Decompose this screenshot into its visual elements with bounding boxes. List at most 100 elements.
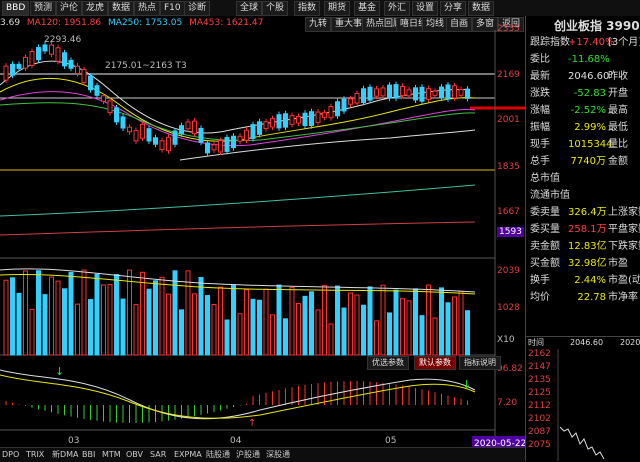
- quote-row: 卖金额 12.83亿下跌家数: [528, 239, 640, 255]
- volume-bar: [75, 303, 80, 356]
- tab-expma[interactable]: EXPMA: [174, 449, 202, 461]
- candle-body: [120, 116, 126, 129]
- ma250-value: MA250: 1753.05: [108, 18, 183, 28]
- tab-forex[interactable]: 外汇: [384, 1, 411, 16]
- ma120-value: MA120: 1951.86: [26, 18, 102, 28]
- quote-value: -11.68%: [568, 54, 610, 65]
- tab-data[interactable]: 数据: [108, 1, 135, 16]
- volume-bar: [153, 280, 158, 356]
- volume-bar: [283, 318, 288, 356]
- volume-bar: [348, 292, 353, 356]
- sell-arrow-icon: ↓: [462, 378, 471, 391]
- tab-settings[interactable]: 设置: [412, 1, 439, 16]
- tab-sar[interactable]: SAR: [150, 449, 166, 461]
- candle-body: [302, 112, 308, 127]
- tab-hulun[interactable]: 沪伦: [56, 1, 83, 16]
- candle-body: [205, 142, 210, 154]
- quote-row: 最新 2046.60 昨收: [528, 69, 640, 85]
- tab-bbd[interactable]: BBD: [2, 1, 30, 16]
- tab-new-dma[interactable]: 新DMA: [52, 449, 79, 461]
- quote-key2: [3个月]: [608, 37, 640, 48]
- volume-bar: [335, 285, 340, 356]
- indicator-help-button[interactable]: 指标说明: [459, 356, 501, 370]
- quote-key: 流通市值: [530, 190, 570, 201]
- candle-body: [146, 128, 152, 142]
- tab-predict[interactable]: 预测: [30, 1, 57, 16]
- quote-key: 委卖量: [530, 207, 560, 218]
- quote-key2: 市净率: [608, 292, 638, 303]
- volume-bar: [367, 286, 373, 356]
- volume-bar: [419, 315, 425, 356]
- quote-key: 总手: [530, 156, 550, 167]
- tab-shengutong[interactable]: 深股通: [266, 449, 290, 461]
- candle-body: [133, 130, 139, 142]
- tab-fund[interactable]: 基金: [354, 1, 381, 16]
- quote-row: 买金额 32.98亿 市盈: [528, 256, 640, 272]
- default-params-button[interactable]: 默认参数: [414, 356, 456, 370]
- tab-obv[interactable]: OBV: [126, 449, 143, 461]
- tab-global[interactable]: 全球: [236, 1, 263, 16]
- tab-share[interactable]: 分享: [440, 1, 467, 16]
- tab-longhu[interactable]: 龙虎: [82, 1, 109, 16]
- volume-bar: [179, 309, 184, 356]
- candle-body: [439, 86, 444, 99]
- candle-body: [127, 126, 132, 133]
- candle-body: [445, 84, 451, 100]
- tab-bbi[interactable]: BBI: [82, 449, 95, 461]
- ma453-value: MA453: 1621.47: [189, 18, 264, 28]
- volume-bar: [315, 309, 321, 356]
- tab-futures[interactable]: 期货: [324, 1, 351, 16]
- kline-chart[interactable]: ↓ ↓ ↑: [0, 30, 525, 447]
- volume-bar: [406, 300, 412, 356]
- quote-key: 换手: [530, 275, 550, 286]
- volume-bar: [172, 270, 178, 356]
- candle-body: [185, 121, 191, 130]
- quote-key2: 昨收: [608, 71, 628, 82]
- tab-hotspot[interactable]: 热点: [134, 1, 161, 16]
- volume-bar: [380, 284, 386, 356]
- quote-value: 326.4万: [568, 207, 607, 218]
- tab-dpo[interactable]: DPO: [2, 449, 19, 461]
- quote-row: 委比 -11.68%: [528, 52, 640, 68]
- quote-key: 现手: [530, 139, 550, 150]
- optimal-params-button[interactable]: 优选参数: [367, 356, 409, 370]
- tab-index[interactable]: 指数: [294, 1, 321, 16]
- tab-data2[interactable]: 数据: [468, 1, 495, 16]
- volume-bar: [23, 270, 28, 356]
- volume-label: 1028: [497, 303, 520, 313]
- volume-bar: [270, 314, 275, 356]
- quote-value: 258.1万: [568, 224, 607, 235]
- tab-trix[interactable]: TRIX: [26, 449, 44, 461]
- quote-key2: 量比: [608, 139, 628, 150]
- volume-bar: [289, 287, 295, 356]
- candle-body: [68, 59, 74, 69]
- tab-mtm[interactable]: MTM: [102, 449, 121, 461]
- volume-bar: [309, 291, 314, 356]
- volume-bar: [458, 290, 464, 356]
- tab-stock[interactable]: 个股: [262, 1, 289, 16]
- quote-key2: 市盈(动): [608, 275, 640, 286]
- ma-legend: 3.69 MA120: 1951.86 MA250: 1753.05 MA453…: [0, 17, 267, 29]
- mini-y-label: 2125: [528, 388, 551, 398]
- y-label: 2001: [497, 115, 520, 125]
- volume-bar: [101, 284, 106, 356]
- tab-diagnose[interactable]: 诊断: [184, 1, 211, 16]
- candle-body: [42, 44, 48, 52]
- tab-hugutong[interactable]: 沪股通: [236, 449, 260, 461]
- volume-bar: [328, 323, 334, 356]
- tab-f10[interactable]: F10: [160, 1, 185, 16]
- candle-body: [413, 87, 418, 101]
- macd-label: 7.20: [497, 398, 518, 408]
- candle-body: [426, 88, 431, 100]
- quote-key: 委买量: [530, 224, 560, 235]
- candle-body: [432, 90, 438, 96]
- quote-key: 振幅: [530, 122, 550, 133]
- y-label: 1835: [497, 162, 520, 172]
- candle-body: [341, 98, 347, 112]
- quote-key: 委比: [530, 54, 550, 65]
- mini-y-label: 2075: [528, 440, 551, 450]
- candle-body: [101, 95, 106, 102]
- volume-bar: [42, 294, 48, 356]
- volume-bar: [439, 287, 444, 356]
- tab-lugutong[interactable]: 陆股通: [206, 449, 230, 461]
